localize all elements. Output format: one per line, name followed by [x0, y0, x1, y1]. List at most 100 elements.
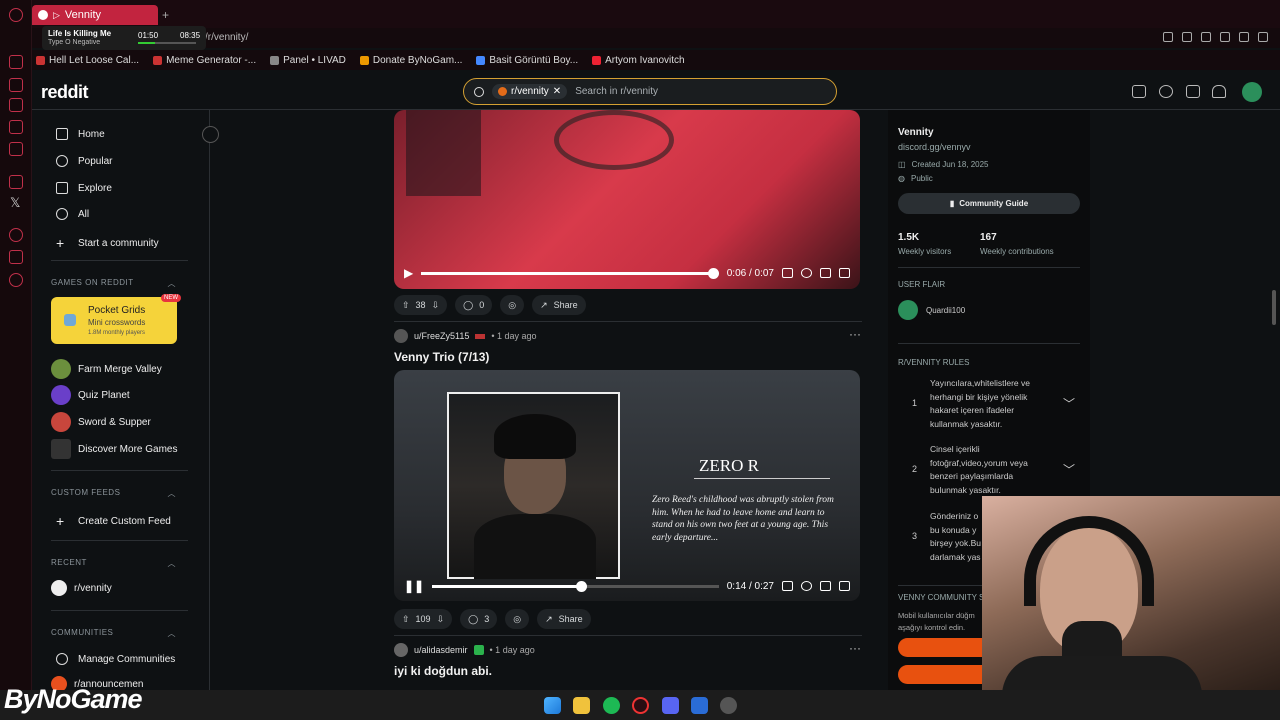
bookmark-3[interactable]: Panel • LIVAD: [270, 55, 346, 66]
file-explorer-icon[interactable]: [573, 697, 590, 714]
rail-icon[interactable]: [9, 55, 23, 69]
manage-communities[interactable]: Manage Communities: [56, 653, 175, 665]
download-icon[interactable]: [1239, 32, 1249, 42]
media-player-widget[interactable]: Life Is Killing Me Type O Negative 01:50…: [42, 26, 206, 50]
pause-icon[interactable]: ❚❚: [404, 579, 424, 593]
recent-header[interactable]: RECENT ︿: [51, 558, 176, 569]
pocket-grids-card[interactable]: Pocket Grids Mini crosswords 1.8M monthl…: [51, 294, 181, 344]
bookmark-5[interactable]: Basit Görüntü Boy...: [476, 55, 578, 66]
bookmark-2[interactable]: Meme Generator -...: [153, 55, 256, 66]
volume-icon[interactable]: [839, 268, 850, 278]
bookmark-6[interactable]: Artyom Ivanovitch: [592, 55, 685, 66]
user-flair-row[interactable]: Quardii100: [898, 300, 965, 320]
sidebar-collapse-button[interactable]: [202, 126, 219, 143]
history-icon[interactable]: [9, 228, 23, 242]
rule-1[interactable]: 1 Yayıncılara,whitelistlere ve herhangi …: [898, 377, 1080, 432]
windows-start-icon[interactable]: [544, 697, 561, 714]
post-1-seekbar[interactable]: [421, 267, 719, 279]
comments-button[interactable]: ◯ 0: [455, 295, 493, 315]
post-2-seekbar[interactable]: [432, 580, 719, 592]
search-bar[interactable]: r/vennity ✕ Search in r/vennity: [463, 78, 837, 105]
share-button[interactable]: ↗ Share: [537, 609, 591, 629]
opera-logo-icon[interactable]: [9, 8, 23, 22]
chat-icon[interactable]: [1159, 85, 1173, 98]
spotify-icon[interactable]: [603, 697, 620, 714]
community-guide-button[interactable]: ▮ Community Guide: [898, 193, 1080, 214]
post-2-video[interactable]: ZERO R Zero Reed's childhood was abruptl…: [394, 370, 860, 601]
community-chip[interactable]: r/vennity ✕: [492, 84, 568, 99]
author-avatar[interactable]: [394, 643, 408, 657]
post-2-title[interactable]: Venny Trio (7/13): [394, 350, 489, 364]
downvote-icon[interactable]: ⇩: [437, 614, 445, 625]
sidebar-item-popular[interactable]: Popular: [56, 155, 112, 167]
vote-control[interactable]: ⇧ 109 ⇩: [394, 609, 453, 629]
rail-icon[interactable]: [9, 142, 23, 156]
rail-icon[interactable]: [9, 78, 23, 92]
search-input[interactable]: Search in r/vennity: [575, 86, 658, 97]
post-overflow-icon[interactable]: ···: [849, 641, 861, 655]
toolbar-icon[interactable]: [1163, 32, 1173, 42]
post-1-video[interactable]: ▶ 0:06 / 0:07: [394, 110, 860, 289]
track-progress[interactable]: [138, 42, 196, 44]
discover-more-games[interactable]: Discover More Games: [51, 439, 177, 459]
downvote-icon[interactable]: ⇩: [432, 300, 440, 311]
x-icon[interactable]: 𝕏: [10, 195, 20, 211]
game-quiz-planet[interactable]: Quiz Planet: [51, 385, 130, 405]
rail-icon[interactable]: [9, 98, 23, 112]
new-tab-icon[interactable]: +: [162, 8, 169, 22]
fullscreen-icon[interactable]: [820, 581, 831, 591]
share-button[interactable]: ↗ Share: [532, 295, 586, 315]
captions-icon[interactable]: [782, 268, 793, 278]
discord-icon[interactable]: [662, 697, 679, 714]
bookmark-1[interactable]: Hell Let Loose Cal...: [36, 55, 139, 66]
award-button[interactable]: ◎: [505, 609, 530, 629]
reddit-logo[interactable]: reddit: [41, 82, 89, 103]
post-overflow-icon[interactable]: ···: [849, 327, 861, 341]
post-author[interactable]: u/alidasdemir: [414, 645, 468, 655]
games-section-header[interactable]: GAMES ON REDDIT ︿: [51, 278, 176, 289]
ads-icon[interactable]: [1132, 85, 1146, 98]
rule-2[interactable]: 2 Cinsel içerikli fotoğraf,video,yorum v…: [898, 443, 1080, 498]
scrollbar[interactable]: [1272, 290, 1276, 325]
game-farm-merge-valley[interactable]: Farm Merge Valley: [51, 359, 162, 379]
instagram-icon[interactable]: [9, 175, 23, 189]
upvote-icon[interactable]: ⇧: [402, 614, 410, 625]
sidebar-item-explore[interactable]: Explore: [56, 182, 112, 194]
bell-icon[interactable]: [1212, 85, 1226, 98]
communities-header[interactable]: COMMUNITIES ︿: [51, 628, 176, 639]
rail-icon[interactable]: [9, 250, 23, 264]
close-icon[interactable]: ✕: [553, 86, 561, 97]
post-3-title[interactable]: iyi ki doğdun abi.: [394, 664, 492, 678]
custom-feeds-header[interactable]: CUSTOM FEEDS ︿: [51, 488, 176, 499]
tab-vennity[interactable]: ▷ Vennity: [32, 5, 158, 25]
play-icon[interactable]: ▶: [404, 266, 413, 280]
address-bar[interactable]: /r/vennity/: [32, 28, 1280, 48]
app-icon[interactable]: [691, 697, 708, 714]
opera-gx-icon[interactable]: [632, 697, 649, 714]
sidebar-item-all[interactable]: All: [56, 208, 89, 220]
speaker-icon[interactable]: ▷: [53, 10, 60, 21]
award-button[interactable]: ◎: [500, 295, 525, 315]
sidebar-item-home[interactable]: Home: [56, 128, 105, 140]
avatar[interactable]: [1242, 82, 1262, 102]
vote-control[interactable]: ⇧ 38 ⇩: [394, 295, 448, 315]
upvote-icon[interactable]: ⇧: [402, 300, 410, 311]
settings-icon[interactable]: [9, 273, 23, 287]
settings-icon[interactable]: [801, 268, 812, 278]
toolbar-icon[interactable]: [1182, 32, 1192, 42]
recent-vennity[interactable]: r/vennity: [51, 580, 112, 596]
menu-icon[interactable]: [1258, 32, 1268, 42]
sidebar-item-start-community[interactable]: + Start a community: [56, 235, 159, 251]
rail-icon[interactable]: [9, 120, 23, 134]
settings-icon[interactable]: [801, 581, 812, 591]
bookmark-4[interactable]: Donate ByNoGam...: [359, 55, 462, 66]
shield-icon[interactable]: [1201, 32, 1211, 42]
create-post-icon[interactable]: [1186, 85, 1200, 98]
create-custom-feed[interactable]: + Create Custom Feed: [56, 513, 171, 529]
community-link[interactable]: discord.gg/vennyv: [898, 142, 971, 152]
volume-icon[interactable]: [839, 581, 850, 591]
game-sword-supper[interactable]: Sword & Supper: [51, 412, 151, 432]
comments-button[interactable]: ◯ 3: [460, 609, 498, 629]
post-author[interactable]: u/FreeZy5115: [414, 331, 469, 341]
steam-icon[interactable]: [720, 697, 737, 714]
